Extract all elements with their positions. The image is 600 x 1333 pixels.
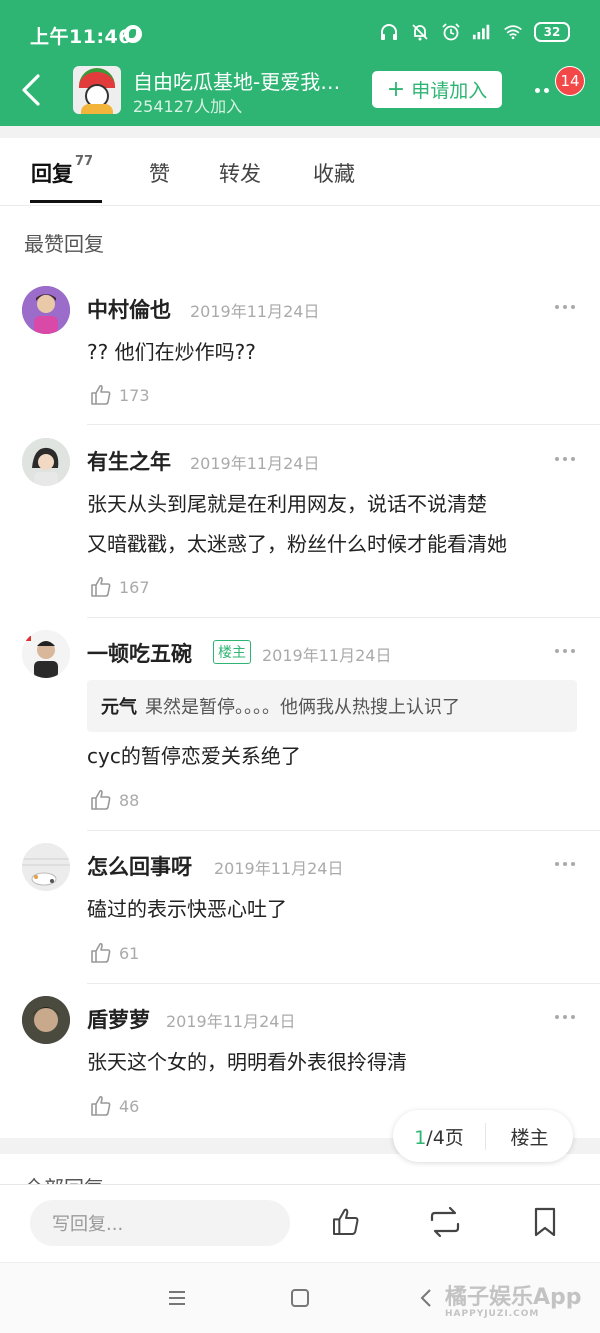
alarm-icon [441, 22, 461, 42]
mute-bell-icon [410, 22, 430, 42]
bookmark-icon[interactable] [530, 1206, 562, 1238]
comment-date: 2019年11月24日 [214, 859, 344, 878]
comment-author[interactable]: 有生之年 [87, 446, 171, 476]
total-pages: /4页 [426, 1126, 464, 1149]
watermark-main: 橘子娱乐App [445, 1285, 582, 1310]
thumbs-up-icon [91, 384, 111, 405]
reply-count: 77 [75, 154, 94, 169]
back-icon[interactable] [416, 1287, 438, 1309]
tab-replies[interactable]: 回复77 [31, 154, 93, 188]
comment-date: 2019年11月24日 [262, 646, 392, 665]
watermark-sub: HAPPYJUZI.COM [445, 1309, 540, 1319]
join-label: 申请加入 [411, 80, 488, 102]
comment-text-line: 张天从头到尾就是在利用网友，说话不说清楚 [87, 492, 487, 516]
reply-bar: 写回复... [0, 1184, 600, 1262]
menu-icon[interactable] [166, 1287, 188, 1309]
thumbs-up-icon [91, 576, 111, 597]
group-name[interactable]: 自由吃瓜基地-更爱我… [133, 66, 358, 95]
more-menu-icon[interactable] [535, 80, 557, 100]
status-icons: 32 [379, 22, 570, 42]
join-group-button[interactable]: + 申请加入 [372, 71, 502, 108]
tab-likes[interactable]: 赞 [149, 158, 170, 188]
battery-icon: 32 [534, 22, 570, 42]
tab-bar: 回复77 赞 转发 收藏 [0, 138, 600, 206]
comment-text: 张天这个女的，明明看外表很拎得清 [87, 1050, 407, 1074]
comment-text: ?? 他们在炒作吗?? [87, 340, 256, 364]
signal-icon [472, 22, 492, 42]
comment-date: 2019年11月24日 [190, 454, 320, 473]
op-badge: 楼主 [213, 640, 251, 664]
page-indicator[interactable]: 1/4页 [393, 1122, 486, 1150]
avatar[interactable] [22, 630, 70, 678]
like-count: 61 [119, 943, 140, 963]
comment-text-line: 又暗戳戳，太迷惑了，粉丝什么时候才能看清她 [87, 532, 507, 556]
tab-reposts[interactable]: 转发 [219, 158, 261, 188]
current-page: 1 [414, 1126, 427, 1149]
app-header: 上午11:46 32 自由吃瓜基地-更爱我… 254127人加入 + 申请加入 … [0, 0, 600, 126]
thumbs-up-icon [91, 1095, 111, 1116]
avatar[interactable] [22, 438, 70, 486]
comment-more-icon[interactable] [553, 859, 577, 869]
divider [87, 617, 600, 618]
thumbs-up-icon [91, 789, 111, 810]
comment-more-icon[interactable] [553, 646, 577, 656]
like-count: 173 [119, 385, 150, 405]
comment-date: 2019年11月24日 [166, 1012, 296, 1031]
like-button[interactable]: 46 [89, 1093, 139, 1119]
comment-more-icon[interactable] [553, 1012, 577, 1022]
comment-author[interactable]: 盾萝萝 [87, 1004, 150, 1034]
system-nav-bar: 橘子娱乐App HAPPYJUZI.COM [0, 1262, 600, 1333]
like-post-icon[interactable] [330, 1206, 362, 1238]
section-title-top-replies: 最赞回复 [24, 232, 104, 256]
globe-icon [124, 25, 142, 43]
like-count: 88 [119, 790, 140, 810]
comment-more-icon[interactable] [553, 454, 577, 464]
avatar[interactable] [22, 843, 70, 891]
notification-badge[interactable]: 14 [555, 66, 585, 96]
comment-author[interactable]: 怎么回事呀 [87, 851, 192, 881]
divider [87, 830, 600, 831]
like-count: 167 [119, 577, 150, 597]
home-icon[interactable] [289, 1287, 311, 1309]
comment-author[interactable]: 中村倫也 [87, 294, 171, 324]
status-time: 上午11:46 [30, 26, 132, 48]
like-button[interactable]: 167 [89, 574, 150, 600]
watermark-logo: 橘子娱乐App HAPPYJUZI.COM [445, 1279, 582, 1319]
avatar[interactable] [22, 996, 70, 1044]
active-tab-indicator [30, 200, 102, 203]
thumbs-up-icon [91, 942, 111, 963]
tab-favorites[interactable]: 收藏 [313, 158, 355, 188]
comment-date: 2019年11月24日 [190, 302, 320, 321]
like-count: 46 [119, 1096, 140, 1116]
group-member-count: 254127人加入 [133, 97, 243, 116]
comment-text: 磕过的表示快恶心吐了 [87, 897, 287, 921]
wifi-icon [503, 22, 523, 42]
group-avatar[interactable] [73, 66, 121, 114]
like-button[interactable]: 61 [89, 940, 139, 966]
comment-text: 张天从头到尾就是在利用网友，说话不说清楚 又暗戳戳，太迷惑了，粉丝什么时候才能看… [87, 484, 582, 564]
divider [87, 424, 600, 425]
avatar[interactable] [22, 286, 70, 334]
comment-author[interactable]: 一顿吃五碗 [87, 638, 192, 668]
like-button[interactable]: 173 [89, 382, 150, 408]
plus-icon: + [386, 77, 406, 102]
reply-input[interactable]: 写回复... [30, 1200, 290, 1246]
quoted-reply[interactable]: 元气 果然是暂停。。。。他俩我从热搜上认识了 [87, 680, 577, 732]
like-button[interactable]: 88 [89, 787, 139, 813]
comment-more-icon[interactable] [553, 302, 577, 312]
quote-author: 元气 [101, 697, 137, 718]
repost-icon[interactable] [428, 1206, 460, 1238]
group-nav-row: 自由吃瓜基地-更爱我… 254127人加入 + 申请加入 14 [0, 60, 600, 122]
back-arrow-icon[interactable] [18, 70, 48, 110]
divider [87, 983, 600, 984]
owner-only-button[interactable]: 楼主 [486, 1123, 573, 1150]
quote-text: 果然是暂停。。。。他俩我从热搜上认识了 [145, 697, 460, 718]
comment-text: cyc的暂停恋爱关系绝了 [87, 744, 301, 768]
page-navigator: 1/4页 楼主 [393, 1110, 573, 1162]
headphones-icon [379, 22, 399, 42]
header-divider-band [0, 126, 600, 138]
